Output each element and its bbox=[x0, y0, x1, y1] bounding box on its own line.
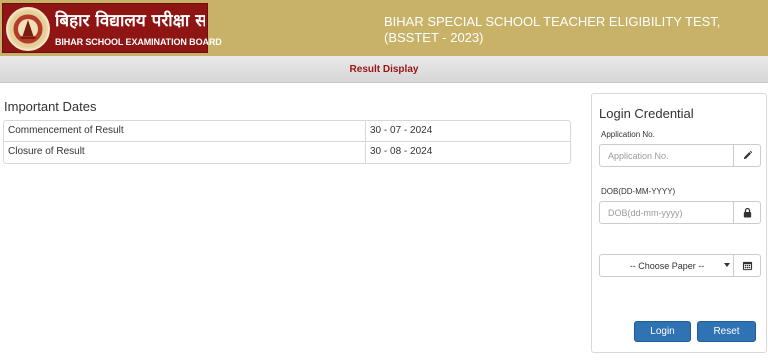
date-label: Closure of Result bbox=[8, 146, 85, 157]
exam-title-line1: BIHAR SPECIAL SCHOOL TEACHER ELIGIBILITY… bbox=[384, 14, 721, 29]
date-value: 30 - 08 - 2024 bbox=[370, 146, 433, 157]
application-no-input[interactable] bbox=[600, 145, 734, 166]
date-value: 30 - 07 - 2024 bbox=[370, 125, 433, 136]
choose-paper-select[interactable]: -- Choose Paper -- bbox=[600, 255, 734, 276]
logo-hindi-text: बिहार विद्यालय परीक्षा समिति bbox=[55, 11, 205, 31]
application-no-label: Application No. bbox=[601, 130, 655, 139]
application-no-group bbox=[599, 144, 761, 167]
paper-select-group[interactable]: -- Choose Paper -- bbox=[599, 254, 761, 277]
login-button[interactable]: Login bbox=[634, 321, 691, 342]
pencil-icon bbox=[733, 145, 760, 166]
logo-english-text: BIHAR SCHOOL EXAMINATION BOARD bbox=[55, 37, 222, 47]
dob-input[interactable] bbox=[600, 202, 734, 223]
column-divider bbox=[365, 142, 366, 163]
column-divider bbox=[365, 121, 366, 141]
dob-group bbox=[599, 201, 761, 224]
board-logo: बिहार विद्यालय परीक्षा समिति BIHAR SCHOO… bbox=[2, 3, 222, 53]
table-row: Closure of Result 30 - 08 - 2024 bbox=[4, 142, 570, 163]
dob-label: DOB(DD-MM-YYYY) bbox=[601, 187, 676, 196]
chevron-down-icon bbox=[724, 263, 730, 267]
page-title: Result Display bbox=[349, 64, 419, 75]
calendar-icon bbox=[733, 255, 760, 276]
important-dates-heading: Important Dates bbox=[4, 99, 97, 114]
date-label: Commencement of Result bbox=[8, 125, 124, 136]
login-title: Login Credential bbox=[599, 106, 694, 121]
board-emblem-icon bbox=[6, 7, 50, 51]
login-panel: Login Credential Application No. DOB(DD-… bbox=[591, 93, 767, 353]
important-dates-table: Commencement of Result 30 - 07 - 2024 Cl… bbox=[3, 120, 571, 164]
table-row: Commencement of Result 30 - 07 - 2024 bbox=[4, 121, 570, 142]
result-display-bar: Result Display bbox=[0, 56, 768, 83]
exam-title-line2: (BSSTET - 2023) bbox=[384, 30, 484, 45]
reset-button[interactable]: Reset bbox=[697, 321, 756, 342]
lock-icon bbox=[733, 202, 760, 223]
header-bar: बिहार विद्यालय परीक्षा समिति BIHAR SCHOO… bbox=[0, 0, 768, 56]
